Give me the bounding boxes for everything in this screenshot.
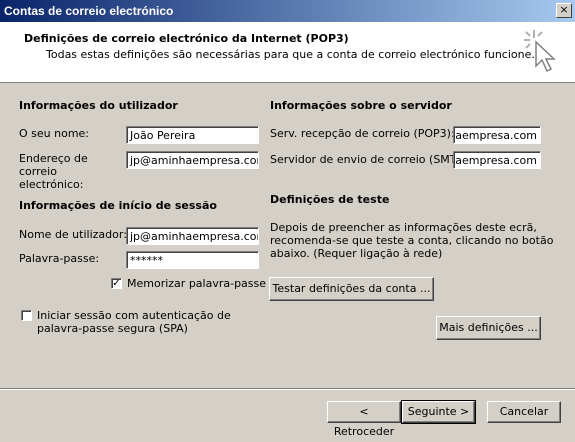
remember-password-label: Memorizar palavra-passe	[127, 277, 267, 290]
test-description-line3: abaixo. (Requer ligação à rede)	[270, 247, 443, 260]
logon-info-heading: Informações de início de sessão	[19, 199, 217, 212]
checkmark-icon: ✓	[112, 278, 121, 289]
close-button[interactable]: ×	[556, 3, 572, 18]
wizard-header: Definições de correio electrónico da Int…	[0, 22, 575, 83]
footer-separator	[0, 388, 575, 390]
page-subtitle: Todas estas definições são necessárias p…	[46, 48, 535, 61]
cancel-button[interactable]: Cancelar	[487, 401, 561, 423]
password-field[interactable]: ******	[126, 251, 259, 269]
window-title: Contas de correio electrónico	[4, 4, 174, 18]
account-settings-dialog: Contas de correio electrónico × Definiçõ…	[0, 0, 575, 438]
name-field[interactable]: João Pereira	[126, 126, 259, 144]
spa-checkbox[interactable]	[21, 310, 32, 321]
cursor-sparkle-icon	[524, 30, 556, 73]
test-description-line2: recomenda-se que teste a conta, clicando…	[270, 234, 554, 247]
incoming-server-label: Serv. recepção de correio (POP3):	[270, 127, 455, 140]
test-account-settings-button[interactable]: Testar definições da conta ...	[269, 277, 434, 301]
username-field[interactable]: jp@aminhaempresa.com	[126, 227, 259, 245]
name-label: O seu nome:	[19, 127, 90, 140]
incoming-server-field[interactable]: mail.aminhaempresa.com	[453, 126, 541, 144]
spa-label: Iniciar sessão com autenticação de palav…	[37, 309, 231, 335]
test-description: Depois de preencher as informações deste…	[270, 221, 553, 260]
more-settings-button[interactable]: Mais definições ...	[436, 316, 541, 340]
spa-label-line2: palavra-passe segura (SPA)	[37, 322, 188, 335]
server-info-heading: Informações sobre o servidor	[270, 99, 452, 112]
email-field[interactable]: jp@aminhaempresa.com	[126, 151, 259, 169]
outgoing-server-label: Servidor de envio de correio (SMTP):	[270, 153, 472, 166]
spa-label-line1: Iniciar sessão com autenticação de	[37, 309, 231, 322]
page-title: Definições de correio electrónico da Int…	[24, 32, 349, 45]
title-bar: Contas de correio electrónico ×	[0, 0, 575, 22]
password-label: Palavra-passe:	[19, 252, 100, 265]
outgoing-server-field[interactable]: mail.aminhaempresa.com	[453, 151, 541, 169]
test-settings-heading: Definições de teste	[270, 193, 390, 206]
next-button[interactable]: Seguinte >	[401, 400, 476, 424]
username-label: Nome de utilizador:	[19, 228, 127, 241]
test-description-line1: Depois de preencher as informações deste…	[270, 221, 537, 234]
remember-password-checkbox[interactable]: ✓	[111, 278, 122, 289]
back-button[interactable]: < Retroceder	[327, 401, 401, 438]
user-info-heading: Informações do utilizador	[19, 99, 178, 112]
email-label: Endereço de correio electrónico:	[19, 152, 88, 191]
